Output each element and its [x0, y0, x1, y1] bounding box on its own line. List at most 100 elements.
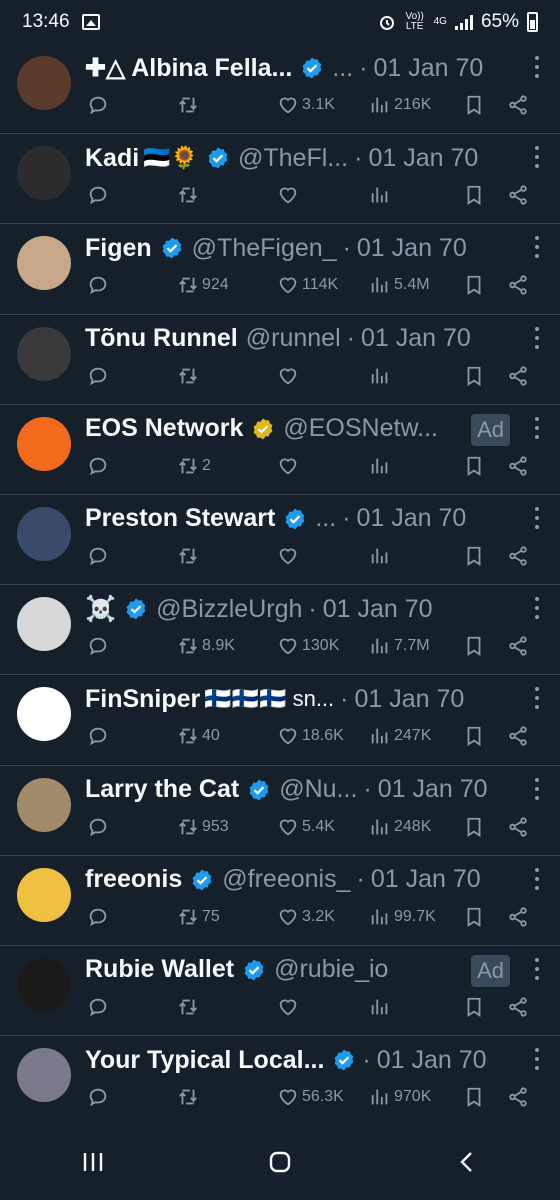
more-options-icon[interactable]: [534, 326, 540, 349]
more-options-icon[interactable]: [534, 597, 540, 620]
reply-button[interactable]: [87, 633, 109, 659]
share-button[interactable]: [507, 1084, 529, 1110]
tweet-cell[interactable]: Rubie Wallet @rubie_io Ad: [0, 946, 560, 1037]
like-button[interactable]: 3.2K: [277, 904, 335, 930]
views-button[interactable]: 247K: [369, 723, 431, 749]
reply-button[interactable]: [87, 543, 109, 569]
like-button[interactable]: 18.6K: [277, 723, 344, 749]
views-button[interactable]: 248K: [369, 814, 431, 840]
like-button[interactable]: 130K: [277, 633, 339, 659]
tweet-cell[interactable]: freeonis @freeonis_ · 01 Jan 70 75 3.2K 99.7K: [0, 856, 560, 946]
more-options-icon[interactable]: [534, 1048, 540, 1071]
avatar[interactable]: [17, 957, 71, 1012]
reply-button[interactable]: [87, 723, 109, 749]
like-button[interactable]: 114K: [277, 272, 338, 298]
like-button[interactable]: [277, 363, 302, 389]
like-button[interactable]: [277, 543, 302, 569]
share-button[interactable]: [507, 363, 529, 389]
reply-button[interactable]: [87, 453, 109, 479]
tweet-cell[interactable]: Figen @TheFigen_ · 01 Jan 70 924 114K 5.4M: [0, 224, 560, 315]
reply-button[interactable]: [87, 994, 109, 1020]
avatar[interactable]: [17, 146, 71, 201]
like-button[interactable]: 56.3K: [277, 1084, 344, 1110]
recents-button[interactable]: [73, 1142, 113, 1182]
avatar[interactable]: [17, 687, 71, 742]
avatar[interactable]: [17, 1048, 71, 1103]
tweet-cell[interactable]: Tõnu Runnel @runnel · 01 Jan 70: [0, 315, 560, 405]
avatar[interactable]: [17, 416, 71, 471]
like-button[interactable]: [277, 994, 302, 1020]
retweet-button[interactable]: [177, 363, 202, 389]
share-button[interactable]: [507, 633, 529, 659]
reply-button[interactable]: [87, 92, 109, 118]
views-button[interactable]: [369, 994, 394, 1020]
views-button[interactable]: 5.4M: [369, 272, 430, 298]
share-button[interactable]: [507, 543, 529, 569]
retweet-button[interactable]: 8.9K: [177, 633, 235, 659]
views-button[interactable]: [369, 453, 394, 479]
reply-button[interactable]: [87, 904, 109, 930]
like-button[interactable]: [277, 182, 302, 208]
more-options-icon[interactable]: [534, 777, 540, 800]
more-options-icon[interactable]: [534, 236, 540, 259]
share-button[interactable]: [507, 272, 529, 298]
retweet-button[interactable]: [177, 182, 202, 208]
more-options-icon[interactable]: [534, 506, 540, 529]
tweet-cell[interactable]: ✚△ Albina Fella...... · 01 Jan 70 3.1K 216K: [0, 44, 560, 135]
more-options-icon[interactable]: [534, 416, 540, 439]
avatar[interactable]: [17, 326, 71, 381]
reply-button[interactable]: [87, 363, 109, 389]
bookmark-button[interactable]: [463, 723, 485, 749]
retweet-button[interactable]: [177, 994, 202, 1020]
share-button[interactable]: [507, 814, 529, 840]
retweet-button[interactable]: 2: [177, 453, 211, 479]
bookmark-button[interactable]: [463, 1084, 485, 1110]
views-button[interactable]: 970K: [369, 1084, 431, 1110]
tweet-cell[interactable]: Larry the Cat @Nu... · 01 Jan 70 953 5.4K 248K: [0, 766, 560, 856]
share-button[interactable]: [507, 723, 529, 749]
tweet-cell[interactable]: EOS Network @EOSNetw... Ad 2: [0, 405, 560, 495]
views-button[interactable]: [369, 182, 394, 208]
bookmark-button[interactable]: [463, 633, 485, 659]
bookmark-button[interactable]: [463, 92, 485, 118]
more-options-icon[interactable]: [534, 687, 540, 710]
bookmark-button[interactable]: [463, 904, 485, 930]
retweet-button[interactable]: [177, 1084, 202, 1110]
back-button[interactable]: [447, 1142, 487, 1182]
tweet-cell[interactable]: Kadi 🇪🇪🌻 @TheFl... · 01 Jan 70: [0, 134, 560, 225]
like-button[interactable]: 5.4K: [277, 814, 335, 840]
share-button[interactable]: [507, 994, 529, 1020]
views-button[interactable]: 99.7K: [369, 904, 436, 930]
reply-button[interactable]: [87, 1084, 109, 1110]
views-button[interactable]: 7.7M: [369, 633, 430, 659]
retweet-button[interactable]: 75: [177, 904, 220, 930]
bookmark-button[interactable]: [463, 272, 485, 298]
avatar[interactable]: [17, 777, 71, 832]
bookmark-button[interactable]: [463, 363, 485, 389]
like-button[interactable]: [277, 453, 302, 479]
tweet-cell[interactable]: FinSniper 🇫🇮🇫🇮🇫🇮 sn... · 01 Jan 70 40 18.6K 24…: [0, 675, 560, 766]
tweet-cell[interactable]: Your Typical Local... · 01 Jan 70 56.3K 970K: [0, 1036, 560, 1127]
reply-button[interactable]: [87, 182, 109, 208]
bookmark-button[interactable]: [463, 814, 485, 840]
avatar[interactable]: [17, 56, 71, 110]
share-button[interactable]: [507, 182, 529, 208]
share-button[interactable]: [507, 904, 529, 930]
retweet-button[interactable]: 40: [177, 723, 220, 749]
bookmark-button[interactable]: [463, 182, 485, 208]
bookmark-button[interactable]: [463, 453, 485, 479]
avatar[interactable]: [17, 236, 71, 291]
more-options-icon[interactable]: [534, 957, 540, 980]
avatar[interactable]: [17, 506, 71, 561]
share-button[interactable]: [507, 92, 529, 118]
views-button[interactable]: 216K: [369, 92, 431, 118]
retweet-button[interactable]: 924: [177, 272, 229, 298]
share-button[interactable]: [507, 453, 529, 479]
views-button[interactable]: [369, 363, 394, 389]
home-button[interactable]: [260, 1142, 300, 1182]
like-button[interactable]: 3.1K: [277, 92, 335, 118]
tweet-cell[interactable]: Preston Stewart... · 01 Jan 70: [0, 495, 560, 586]
retweet-button[interactable]: 953: [177, 814, 229, 840]
bookmark-button[interactable]: [463, 994, 485, 1020]
views-button[interactable]: [369, 543, 394, 569]
